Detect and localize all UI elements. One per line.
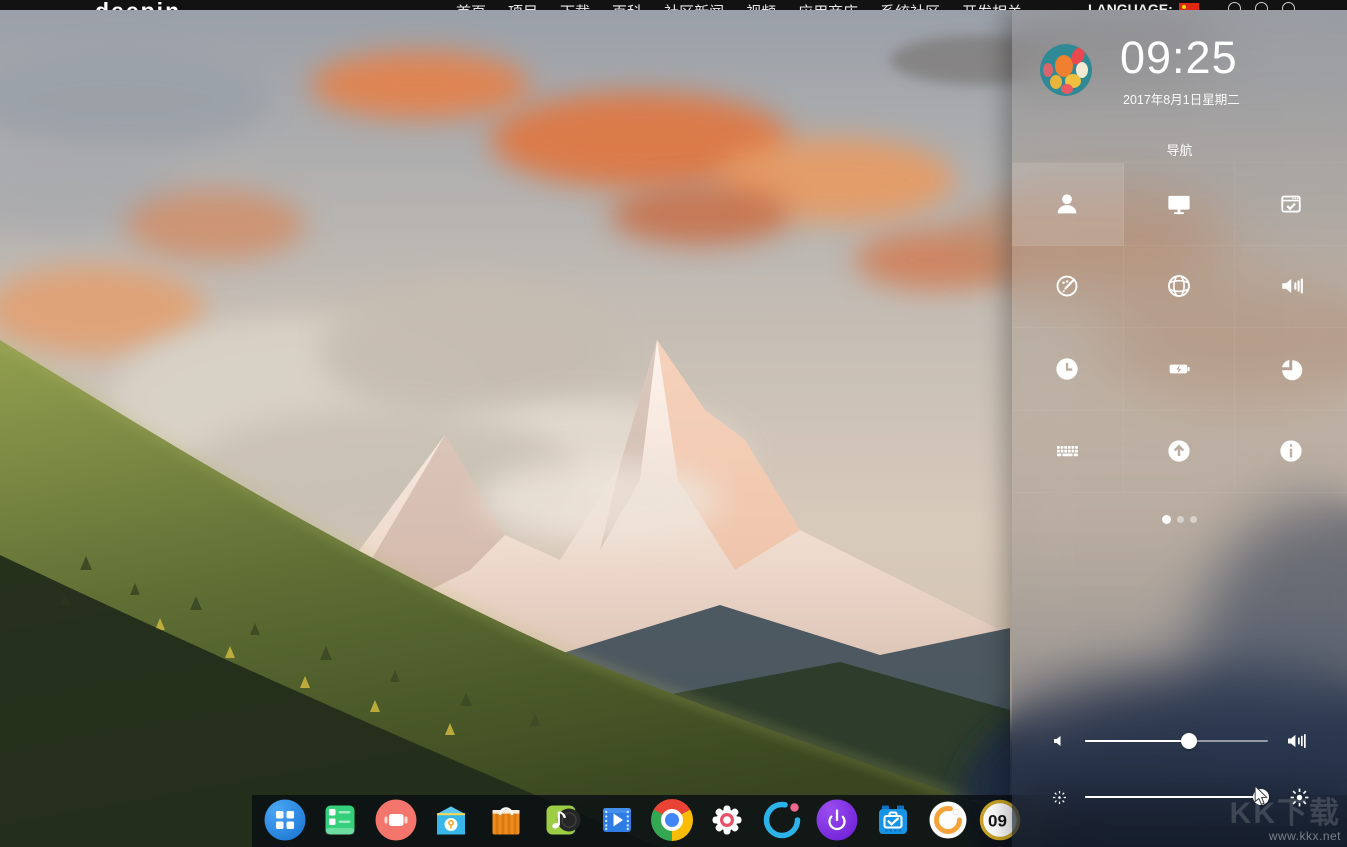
menu-item[interactable]: 百科 (612, 1, 642, 10)
module-update[interactable] (1124, 411, 1236, 494)
monitor-icon (1164, 189, 1194, 219)
site-navbar: deepin 首页 项目 下载 百科 社区新闻 视频 应用商店 系统社区 开发相… (0, 0, 1347, 10)
search-icon[interactable] (1282, 2, 1295, 10)
menu-item[interactable]: 系统社区 (880, 1, 940, 10)
launcher-grid-icon[interactable] (264, 799, 306, 841)
red-media-circle-icon[interactable] (375, 799, 417, 841)
volume-slider-row (1012, 725, 1347, 757)
clock-date: 2017年8月1日星期二 (1123, 89, 1240, 108)
menu-item[interactable]: 开发相关 (962, 1, 1022, 10)
globe-icon (1164, 271, 1194, 301)
clock-time: 09:25 (1120, 34, 1238, 82)
music-note-vinyl-icon[interactable] (540, 799, 582, 841)
page-dot[interactable] (1162, 515, 1171, 524)
module-keyboard[interactable] (1012, 411, 1124, 494)
user-icon (1052, 189, 1082, 219)
brightness-slider-fill (1085, 796, 1261, 798)
volume-slider-handle[interactable] (1181, 733, 1197, 749)
module-default-applications[interactable] (1235, 163, 1347, 246)
keyboard-icon (1052, 436, 1082, 466)
menu-item[interactable]: 应用商店 (798, 1, 858, 10)
module-time-date[interactable] (1012, 328, 1124, 411)
menu-item[interactable]: 视频 (746, 1, 776, 10)
gear-red-icon[interactable] (706, 799, 748, 841)
clock-badge-label: 09 (988, 812, 1007, 831)
cyan-bag-icon[interactable] (430, 799, 472, 841)
info-circle-icon (1276, 436, 1306, 466)
menu-item[interactable]: 社区新闻 (664, 1, 724, 10)
arrow-up-circle-icon (1164, 436, 1194, 466)
brightness-slider-row (1012, 781, 1347, 813)
mouse-icon (1276, 354, 1306, 384)
page-dots (1012, 515, 1347, 524)
film-play-icon[interactable] (596, 799, 638, 841)
battery-bolt-icon (1164, 354, 1194, 384)
panel-nav-title: 导航 (1012, 140, 1347, 159)
china-flag-icon (1179, 3, 1199, 11)
brightness-slider[interactable] (1085, 796, 1268, 798)
brightness-high-icon[interactable] (1290, 781, 1309, 813)
social-icon[interactable] (1228, 2, 1241, 10)
chrome-icon[interactable] (651, 799, 693, 841)
volume-slider[interactable] (1085, 740, 1268, 742)
social-icons (1228, 2, 1295, 10)
module-power[interactable] (1124, 328, 1236, 411)
speaker-bars-icon (1276, 271, 1306, 301)
module-network[interactable] (1124, 246, 1236, 329)
clock-icon (1052, 354, 1082, 384)
user-avatar[interactable] (1040, 44, 1092, 96)
module-grid (1012, 162, 1347, 492)
page-dot[interactable] (1190, 516, 1197, 523)
social-icon[interactable] (1255, 2, 1268, 10)
speaker-loud-icon[interactable] (1286, 725, 1310, 757)
module-system-info[interactable] (1235, 411, 1347, 494)
green-list-icon[interactable] (319, 799, 361, 841)
control-center-panel: 09:25 2017年8月1日星期二 导航 (1012, 10, 1347, 847)
language-label: LANGUAGE: (1088, 1, 1173, 10)
mouse-cursor (1252, 786, 1270, 806)
desktop: 09 09:25 2017年8月1日星期二 导航 (0, 0, 1347, 847)
blue-ring-pink-dot-icon[interactable] (761, 799, 803, 841)
briefcase-check-icon[interactable] (872, 799, 914, 841)
menu-item[interactable]: 项目 (508, 1, 538, 10)
module-personalization[interactable] (1012, 246, 1124, 329)
orange-bag-icon[interactable] (485, 799, 527, 841)
module-accounts[interactable] (1012, 163, 1124, 246)
menu-item[interactable]: 下载 (560, 1, 590, 10)
volume-slider-fill (1085, 740, 1189, 742)
speaker-mute-icon[interactable] (1052, 725, 1068, 757)
site-menu: 首页 项目 下载 百科 社区新闻 视频 应用商店 系统社区 开发相关 (456, 1, 1022, 10)
site-logo[interactable]: deepin (95, 0, 181, 10)
gold-dial-icon[interactable] (927, 799, 969, 841)
module-display[interactable] (1124, 163, 1236, 246)
page-dot[interactable] (1177, 516, 1184, 523)
window-check-icon (1276, 189, 1306, 219)
module-mouse[interactable] (1235, 328, 1347, 411)
language-selector[interactable]: LANGUAGE: (1088, 1, 1199, 10)
menu-item[interactable]: 首页 (456, 1, 486, 10)
palette-brush-icon (1052, 271, 1082, 301)
module-sound[interactable] (1235, 246, 1347, 329)
purple-power-icon[interactable] (816, 799, 858, 841)
brightness-low-icon[interactable] (1052, 781, 1067, 813)
